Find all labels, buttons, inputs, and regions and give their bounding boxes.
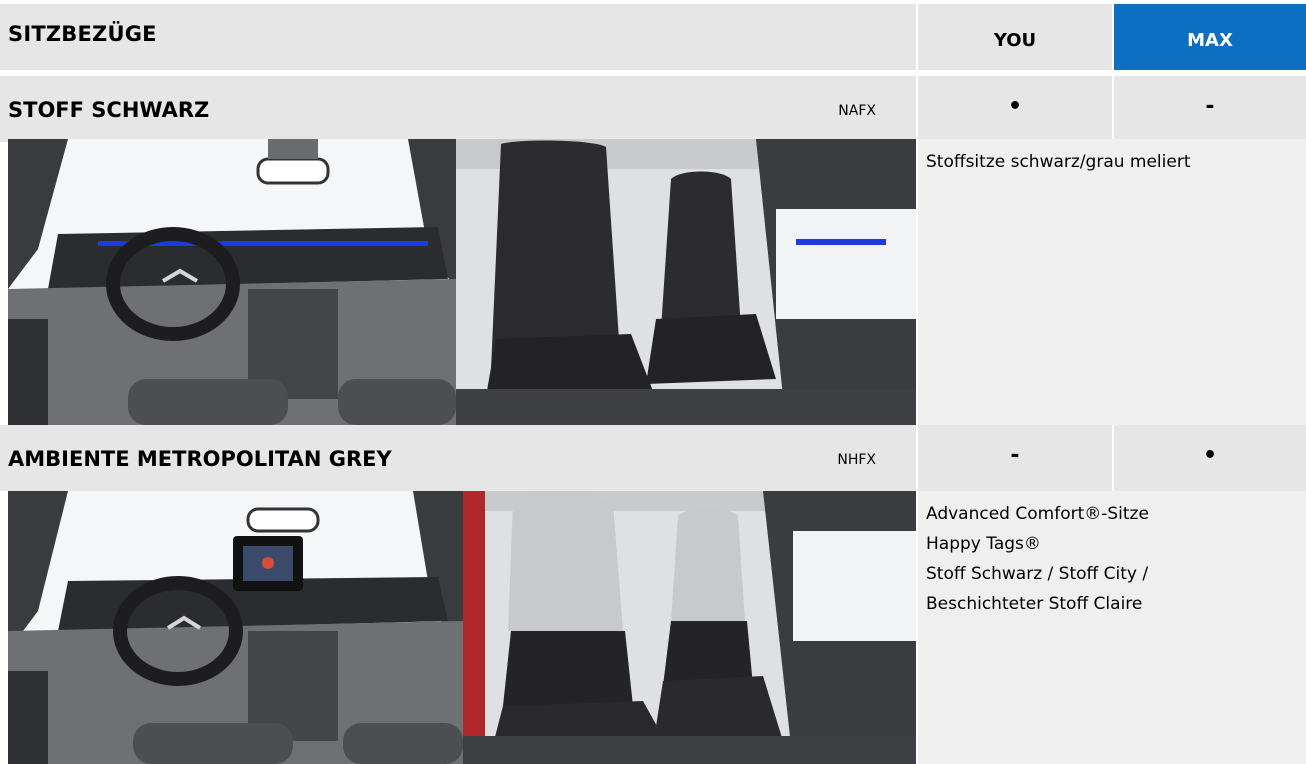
availability-max: • xyxy=(1114,425,1306,491)
section-title: SITZBEZÜGE xyxy=(0,4,916,70)
option-code: NAFX xyxy=(838,103,876,119)
dashboard-photo xyxy=(8,139,456,425)
option-description: Advanced Comfort®-Sitze Happy Tags® Stof… xyxy=(918,491,1306,764)
description-line: Advanced Comfort®-Sitze xyxy=(926,504,1149,524)
option-images-row: Advanced Comfort®-Sitze Happy Tags® Stof… xyxy=(0,491,1306,764)
column-header-max: MAX xyxy=(1114,4,1306,70)
dashboard-touchscreen-photo xyxy=(8,491,463,764)
option-row: STOFF SCHWARZ NAFX • - xyxy=(0,76,1306,142)
description-line: Beschichteter Stoff Claire xyxy=(926,594,1143,614)
option-images-row: Stoffsitze schwarz/grau meliert xyxy=(0,139,1306,425)
column-header-you: YOU xyxy=(918,4,1112,70)
option-row: AMBIENTE METROPOLITAN GREY NHFX - • xyxy=(0,425,1306,491)
description-line: Stoffsitze schwarz/grau meliert xyxy=(926,152,1191,172)
availability-you: - xyxy=(918,425,1112,491)
table-header: SITZBEZÜGE YOU MAX xyxy=(0,4,1306,70)
option-code: NHFX xyxy=(837,452,876,468)
availability-you: • xyxy=(918,76,1112,142)
description-line: Stoff Schwarz / Stoff City / xyxy=(926,564,1149,584)
option-description: Stoffsitze schwarz/grau meliert xyxy=(918,139,1306,425)
availability-max: - xyxy=(1114,76,1306,142)
description-line: Happy Tags® xyxy=(926,534,1041,554)
black-fabric-seats-photo xyxy=(456,139,916,425)
grey-fabric-seats-photo xyxy=(463,491,916,764)
